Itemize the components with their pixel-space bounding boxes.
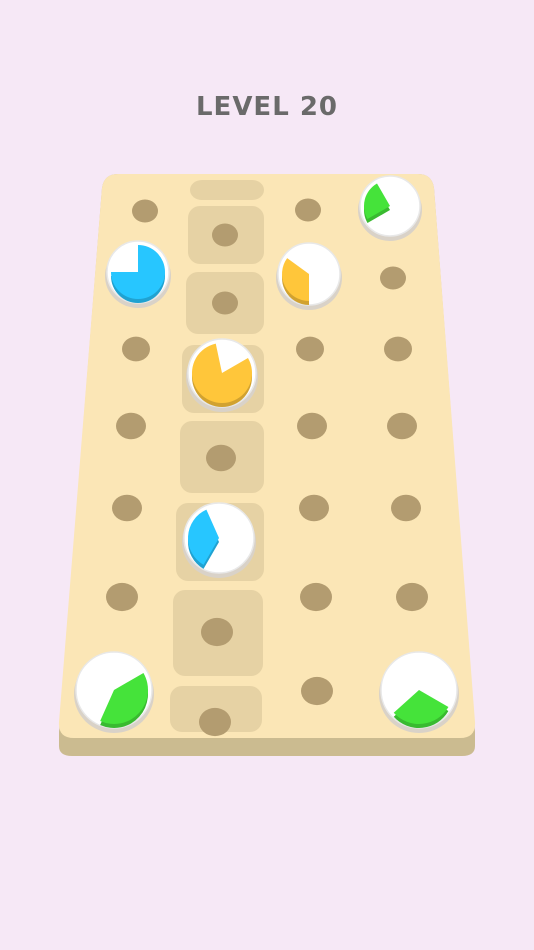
- peg-hole[interactable]: [396, 582, 428, 612]
- channel-slot[interactable]: [190, 180, 264, 200]
- peg-hole[interactable]: [199, 707, 231, 737]
- game-board: [58, 174, 476, 756]
- peg-hole[interactable]: [132, 199, 158, 223]
- peg-hole[interactable]: [300, 582, 332, 612]
- orange-piece-center[interactable]: [186, 338, 258, 412]
- green-piece-bottom-right[interactable]: [379, 651, 459, 733]
- peg-hole[interactable]: [384, 336, 412, 362]
- peg-hole[interactable]: [212, 223, 238, 247]
- orange-piece-upper[interactable]: [276, 242, 342, 310]
- peg-hole[interactable]: [380, 266, 406, 290]
- peg-hole[interactable]: [122, 336, 150, 362]
- peg-hole[interactable]: [201, 617, 233, 647]
- peg-hole[interactable]: [112, 494, 142, 522]
- peg-hole[interactable]: [299, 494, 329, 522]
- peg-hole[interactable]: [116, 412, 146, 440]
- peg-hole[interactable]: [212, 291, 238, 315]
- peg-hole[interactable]: [296, 336, 324, 362]
- peg-hole[interactable]: [391, 494, 421, 522]
- peg-hole[interactable]: [206, 444, 236, 472]
- peg-hole[interactable]: [106, 582, 138, 612]
- peg-hole[interactable]: [295, 198, 321, 222]
- peg-hole[interactable]: [387, 412, 417, 440]
- green-piece-bottom-left[interactable]: [74, 651, 154, 733]
- blue-piece-upper-left[interactable]: [105, 240, 171, 308]
- green-piece-top-right[interactable]: [358, 175, 422, 241]
- blue-piece-center[interactable]: [182, 502, 256, 578]
- peg-hole[interactable]: [301, 676, 333, 706]
- peg-hole[interactable]: [297, 412, 327, 440]
